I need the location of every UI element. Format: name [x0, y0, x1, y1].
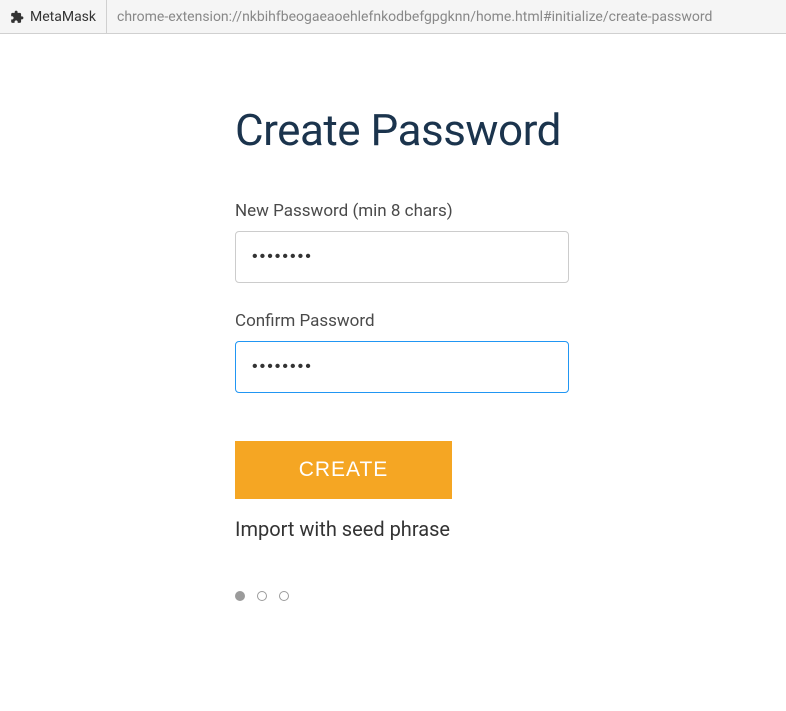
import-seed-link[interactable]: Import with seed phrase	[235, 517, 570, 541]
page-title: Create Password	[235, 104, 570, 156]
browser-address-bar: MetaMask chrome-extension://nkbihfbeogae…	[0, 0, 786, 34]
progress-dot-3	[279, 591, 289, 601]
extension-name: MetaMask	[30, 9, 96, 25]
extension-label: MetaMask	[0, 0, 107, 33]
confirm-password-group: Confirm Password	[235, 311, 570, 421]
new-password-input[interactable]	[235, 231, 569, 283]
progress-dot-1	[235, 591, 245, 601]
confirm-password-input[interactable]	[235, 341, 569, 393]
new-password-group: New Password (min 8 chars)	[235, 201, 570, 311]
new-password-label: New Password (min 8 chars)	[235, 201, 570, 221]
main-content: Create Password New Password (min 8 char…	[0, 34, 570, 601]
progress-dot-2	[257, 591, 267, 601]
progress-indicator	[235, 591, 570, 601]
create-button[interactable]: CREATE	[235, 441, 452, 499]
extension-puzzle-icon	[10, 10, 24, 24]
confirm-password-label: Confirm Password	[235, 311, 570, 331]
url-display[interactable]: chrome-extension://nkbihfbeogaeaoehlefnk…	[107, 9, 786, 25]
